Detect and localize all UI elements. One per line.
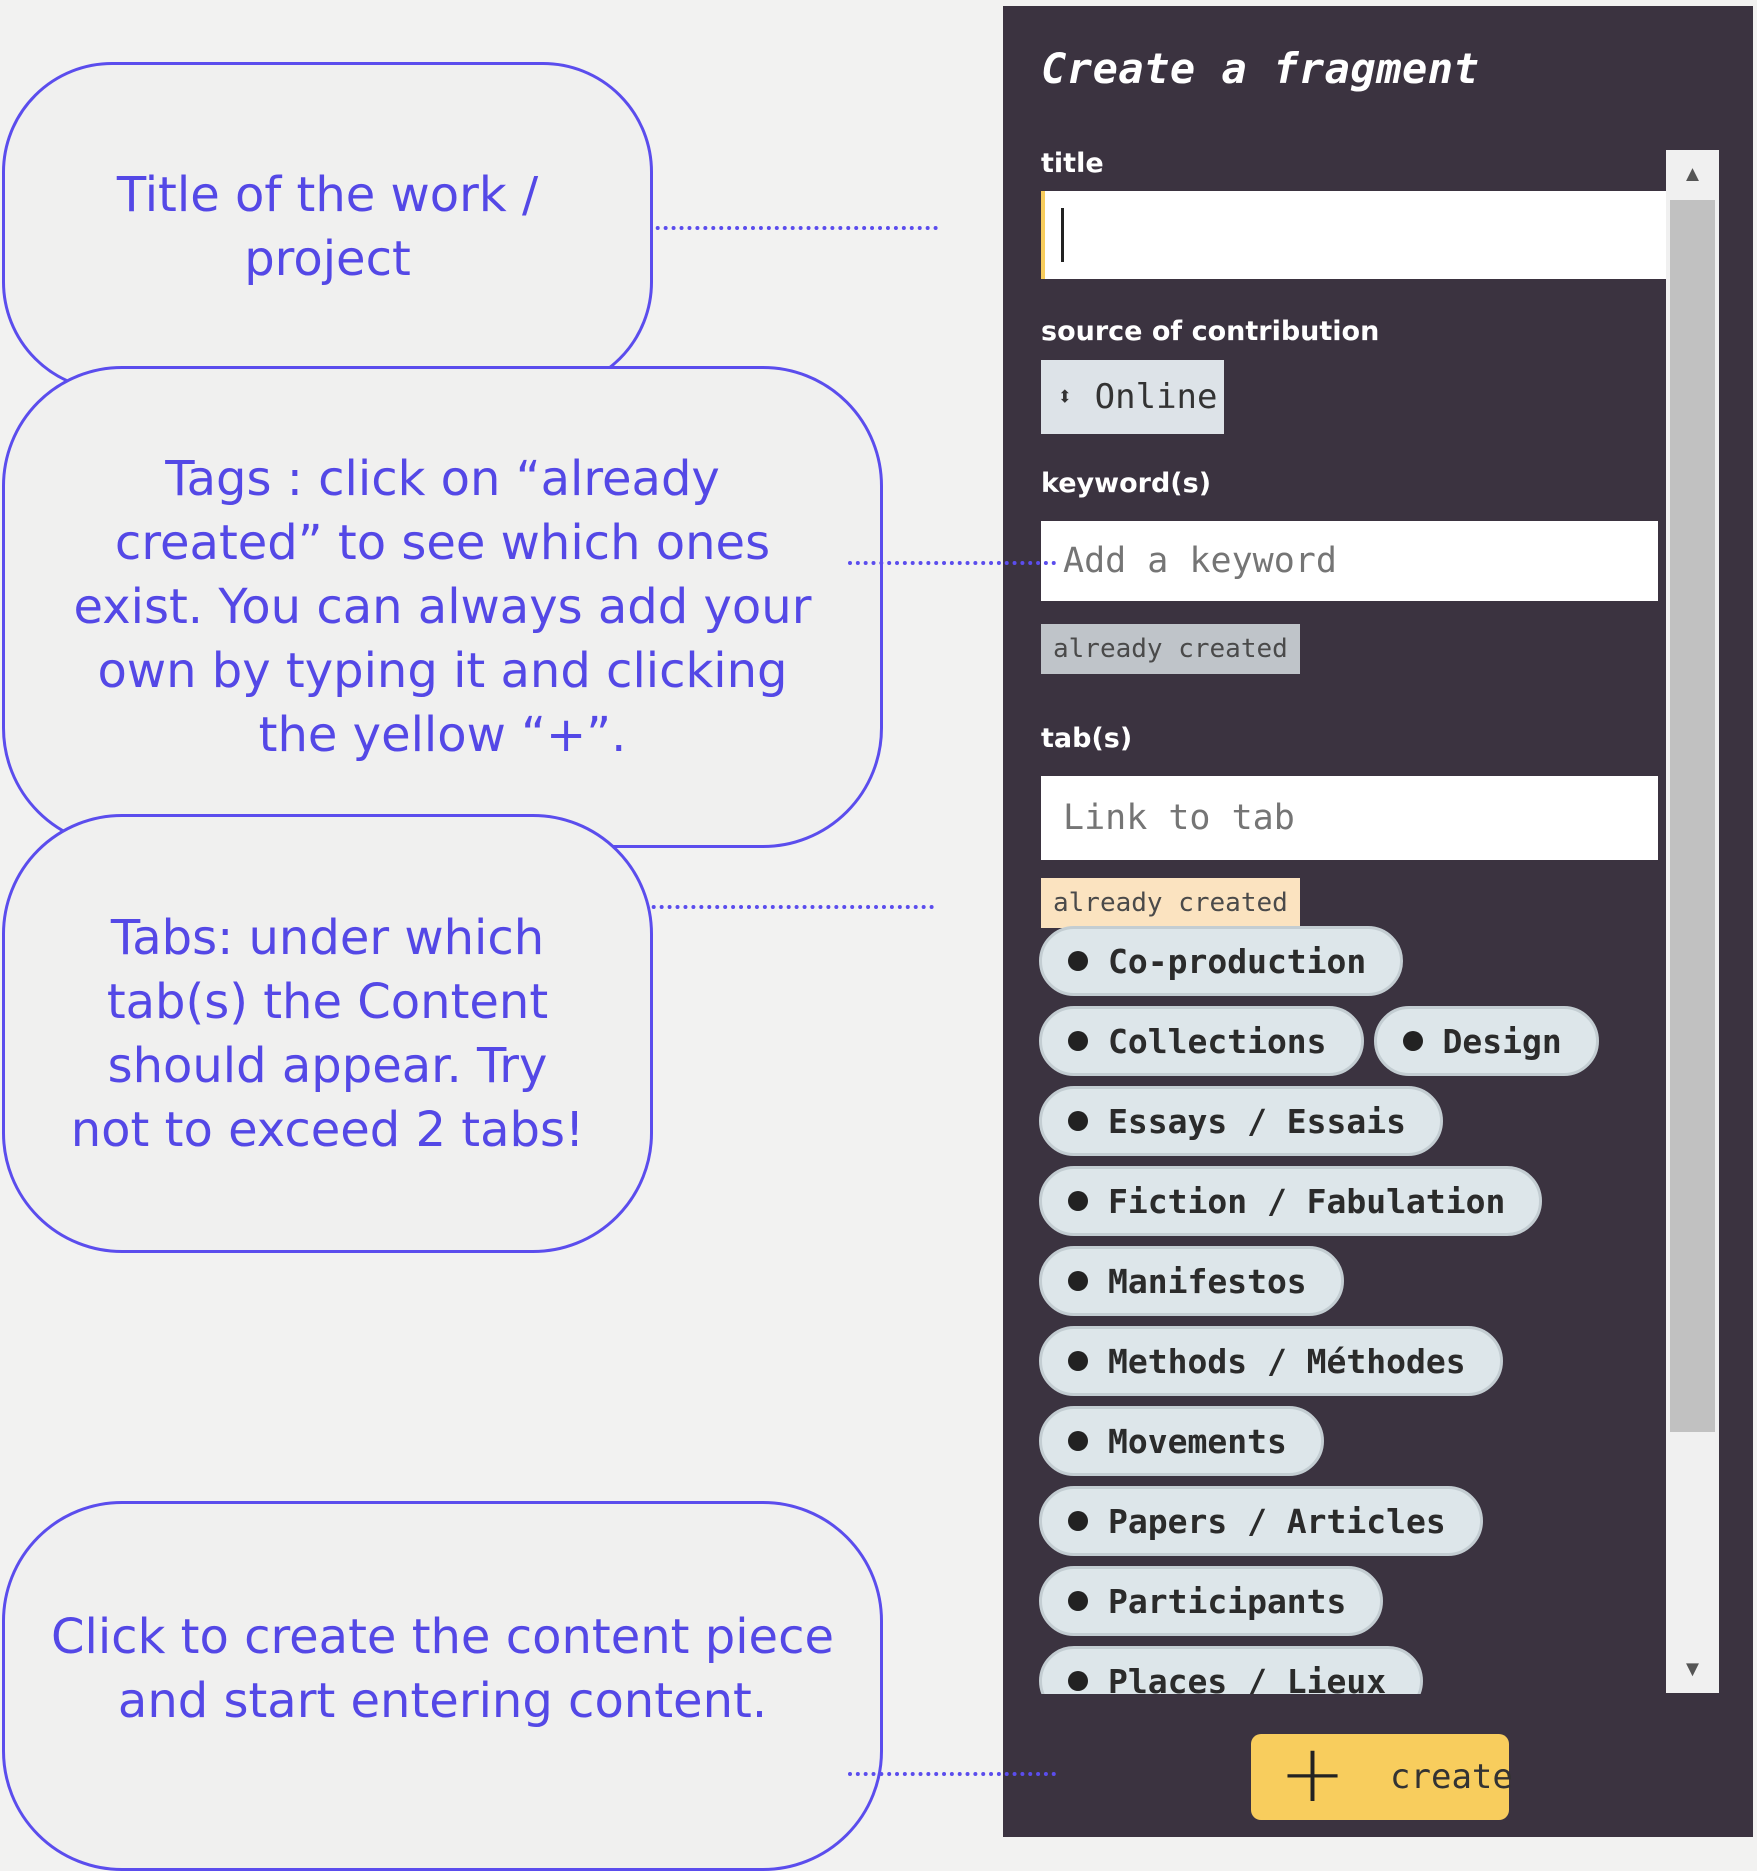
bullet-icon: [1068, 1351, 1088, 1371]
tab-chip-label: Places / Lieux: [1108, 1661, 1387, 1695]
tab-chip[interactable]: Papers / Articles: [1039, 1486, 1483, 1556]
create-button[interactable]: + create: [1251, 1727, 1513, 1820]
bullet-icon: [1068, 951, 1088, 971]
tab-chip[interactable]: Fiction / Fabulation: [1039, 1166, 1543, 1236]
tab-chip-label: Co-production: [1108, 941, 1367, 981]
keyword-input[interactable]: [1041, 521, 1658, 601]
tab-chip[interactable]: Co-production: [1039, 926, 1404, 996]
tab-chip-label: Participants: [1108, 1581, 1347, 1621]
leader-tags: [848, 561, 1056, 565]
tab-chip-label: Papers / Articles: [1108, 1501, 1446, 1541]
callout-title-text: Title of the work / project: [116, 167, 539, 287]
callout-create: Click to create the content piece and st…: [2, 1501, 883, 1871]
source-select-value: Online: [1094, 377, 1218, 417]
panel-heading: Create a fragment: [1041, 44, 1480, 93]
tab-input[interactable]: [1041, 776, 1658, 860]
tab-chip-list: Co-production Collections Design Essays …: [1039, 926, 1659, 1694]
create-fragment-panel: Create a fragment title source of contri…: [1003, 6, 1753, 1837]
callout-tags-text: Tags : click on “already created” to see…: [73, 451, 812, 763]
triangle-up-icon: ▲: [1681, 161, 1704, 186]
tab-chip[interactable]: Essays / Essais: [1039, 1086, 1444, 1156]
callout-tags: Tags : click on “already created” to see…: [2, 366, 883, 848]
tab-chip[interactable]: Movements: [1039, 1406, 1324, 1476]
callout-title: Title of the work / project: [2, 62, 653, 392]
bullet-icon: [1068, 1511, 1088, 1531]
tab-chip-label: Methods / Méthodes: [1108, 1341, 1466, 1381]
plus-icon: +: [1279, 1727, 1347, 1820]
up-down-chevron-icon: ⬍: [1057, 382, 1073, 412]
scroll-up-button[interactable]: ▲: [1666, 150, 1719, 198]
text-caret: [1061, 208, 1064, 262]
tab-already-created-button[interactable]: already created: [1041, 878, 1300, 928]
scrollbar[interactable]: ▲ ▼: [1666, 150, 1719, 1693]
leader-title: [616, 226, 938, 230]
title-input[interactable]: [1041, 191, 1666, 279]
keyword-label: keyword(s): [1041, 468, 1212, 499]
scroll-down-button[interactable]: ▼: [1666, 1645, 1719, 1693]
create-button-label: create: [1390, 1757, 1513, 1797]
tab-chip-label: Movements: [1108, 1421, 1287, 1461]
tab-chip-label: Fiction / Fabulation: [1108, 1181, 1506, 1221]
tab-label: tab(s): [1041, 723, 1133, 754]
title-label: title: [1041, 148, 1104, 179]
callout-create-text: Click to create the content piece and st…: [50, 1609, 835, 1729]
bullet-icon: [1068, 1111, 1088, 1131]
tab-chip[interactable]: Collections: [1039, 1006, 1364, 1076]
leader-create: [848, 1772, 1056, 1776]
leader-tabs: [612, 905, 934, 909]
bullet-icon: [1068, 1591, 1088, 1611]
bullet-icon: [1068, 1431, 1088, 1451]
source-select[interactable]: ⬍ Online: [1041, 360, 1224, 434]
bullet-icon: [1068, 1031, 1088, 1051]
bullet-icon: [1068, 1271, 1088, 1291]
bullet-icon: [1068, 1671, 1088, 1691]
tab-chip-label: Essays / Essais: [1108, 1101, 1407, 1141]
tab-chip-label: Collections: [1108, 1021, 1327, 1061]
callout-tabs-text: Tabs: under which tab(s) the Content sho…: [70, 909, 585, 1158]
tab-chip[interactable]: Methods / Méthodes: [1039, 1326, 1503, 1396]
tab-chip[interactable]: Manifestos: [1039, 1246, 1344, 1316]
source-label: source of contribution: [1041, 316, 1380, 347]
triangle-down-icon: ▼: [1681, 1656, 1704, 1681]
tab-chip-label: Design: [1442, 1021, 1562, 1061]
scroll-thumb[interactable]: [1670, 200, 1715, 1432]
tab-chip[interactable]: Participants: [1039, 1566, 1384, 1636]
keyword-already-created-button[interactable]: already created: [1041, 624, 1300, 674]
bullet-icon: [1068, 1191, 1088, 1211]
tab-chip[interactable]: Design: [1373, 1006, 1599, 1076]
tab-chip[interactable]: Places / Lieux: [1039, 1646, 1424, 1695]
tab-chip-label: Manifestos: [1108, 1261, 1307, 1301]
bullet-icon: [1402, 1031, 1423, 1051]
callout-tabs: Tabs: under which tab(s) the Content sho…: [2, 814, 653, 1253]
